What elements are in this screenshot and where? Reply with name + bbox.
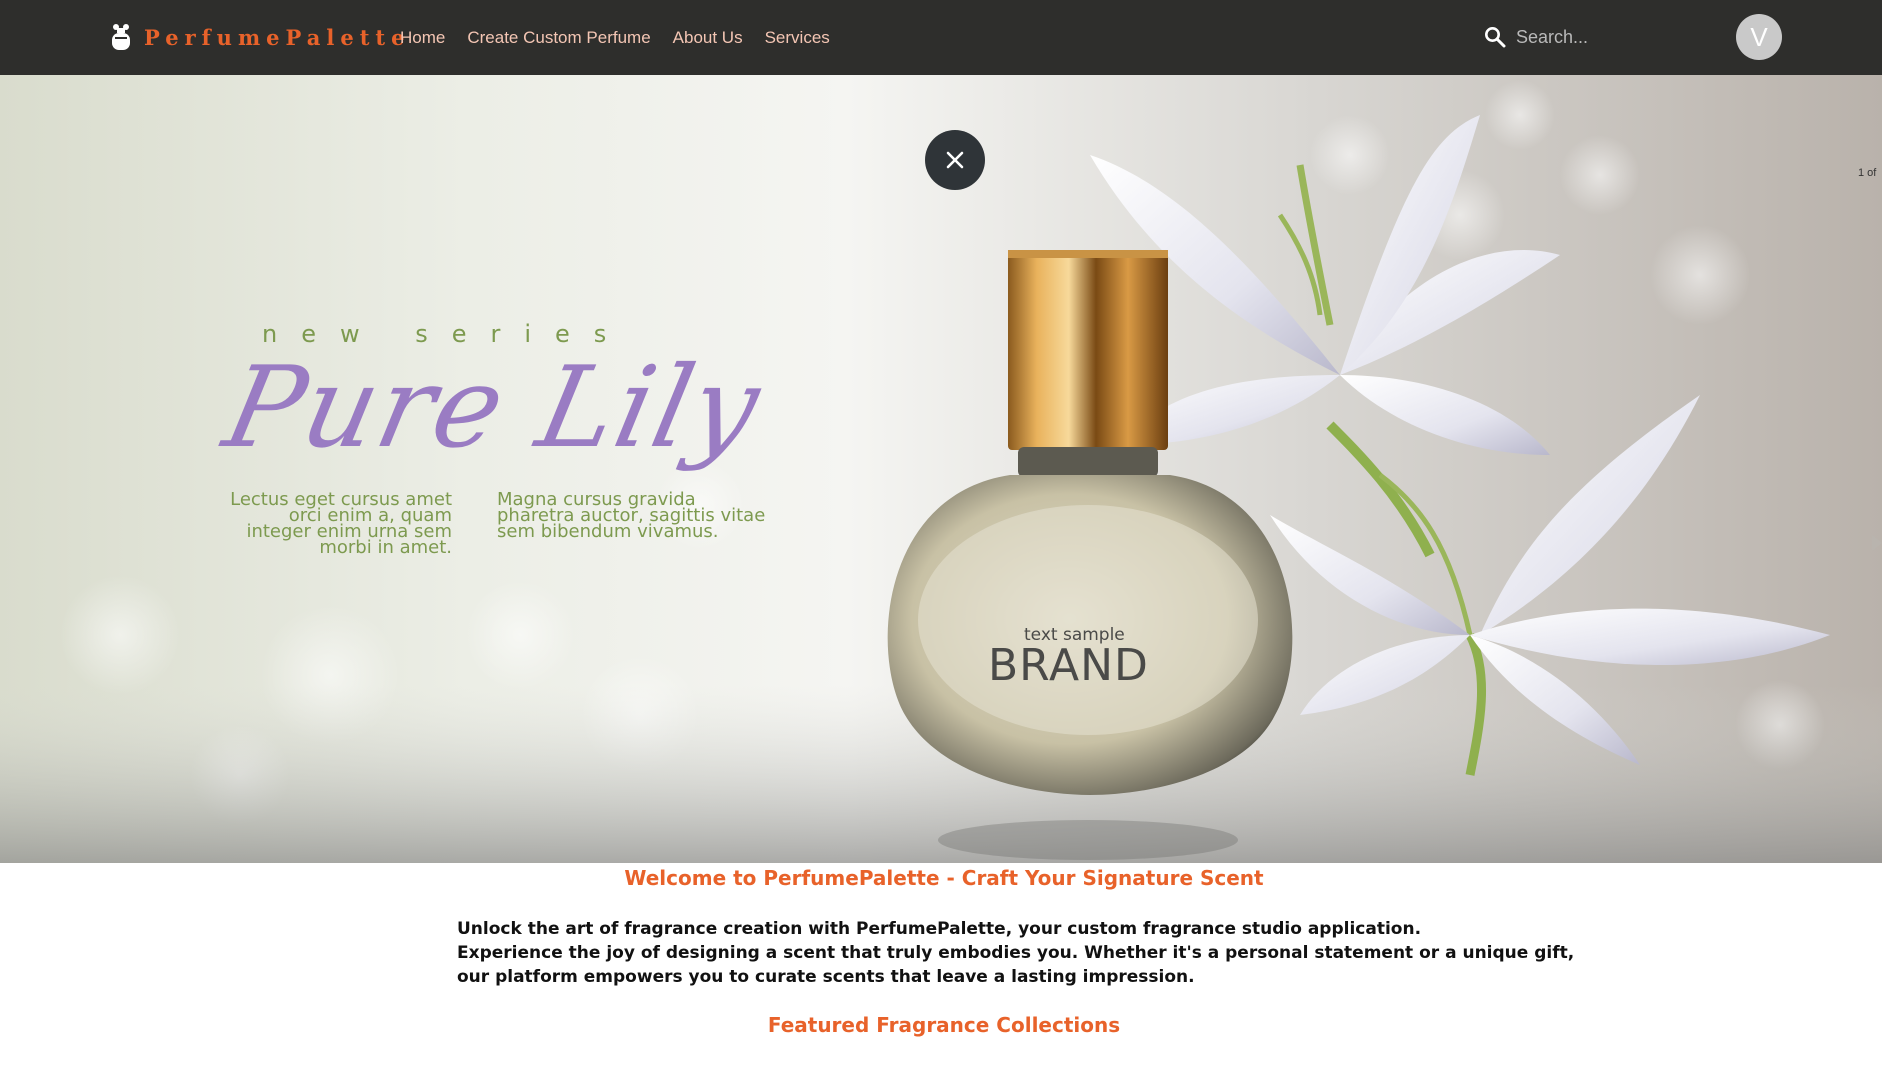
user-avatar[interactable]: V — [1736, 14, 1782, 60]
welcome-heading: Welcome to PerfumePalette - Craft Your S… — [624, 866, 1264, 890]
brand-name: PerfumePalette — [144, 24, 411, 50]
intro-line-2: Experience the joy of designing a scent … — [457, 943, 1575, 963]
top-navbar: PerfumePalette Home Create Custom Perfum… — [0, 0, 1882, 75]
search-icon[interactable] — [1484, 26, 1506, 48]
hero-carousel: 1 of new series Pure Lily Lectus eget cu… — [0, 75, 1882, 863]
intro-line-1: Unlock the art of fragrance creation wit… — [457, 919, 1422, 939]
next-slide-arrow-icon[interactable] — [1872, 533, 1882, 553]
search-input[interactable] — [1516, 22, 1676, 52]
intro-paragraph: Unlock the art of fragrance creation wit… — [457, 917, 1575, 989]
slide-counter: 1 of — [1858, 167, 1877, 179]
hero-text-left: Lectus eget cursus amet orci enim a, qua… — [230, 489, 452, 558]
featured-collections-heading: Featured Fragrance Collections — [767, 1013, 1121, 1037]
nav-about-us[interactable]: About Us — [673, 28, 743, 48]
nav-home[interactable]: Home — [400, 28, 445, 48]
close-icon — [946, 151, 964, 169]
brand-logo[interactable]: PerfumePalette — [110, 20, 410, 54]
hero-text-right: Magna cursus gravida pharetra auctor, sa… — [497, 489, 766, 542]
perfume-bottle-icon — [112, 24, 130, 50]
bottle-label-brand: BRAND — [988, 640, 1149, 691]
intro-line-3: our platform empowers you to curate scen… — [457, 967, 1195, 987]
close-button[interactable] — [925, 130, 985, 190]
nav-services[interactable]: Services — [765, 28, 830, 48]
search-bar — [1484, 20, 1676, 54]
main-nav: Home Create Custom Perfume About Us Serv… — [400, 0, 852, 75]
nav-create-custom-perfume[interactable]: Create Custom Perfume — [467, 28, 650, 48]
hero-title: Pure Lily — [214, 343, 773, 473]
